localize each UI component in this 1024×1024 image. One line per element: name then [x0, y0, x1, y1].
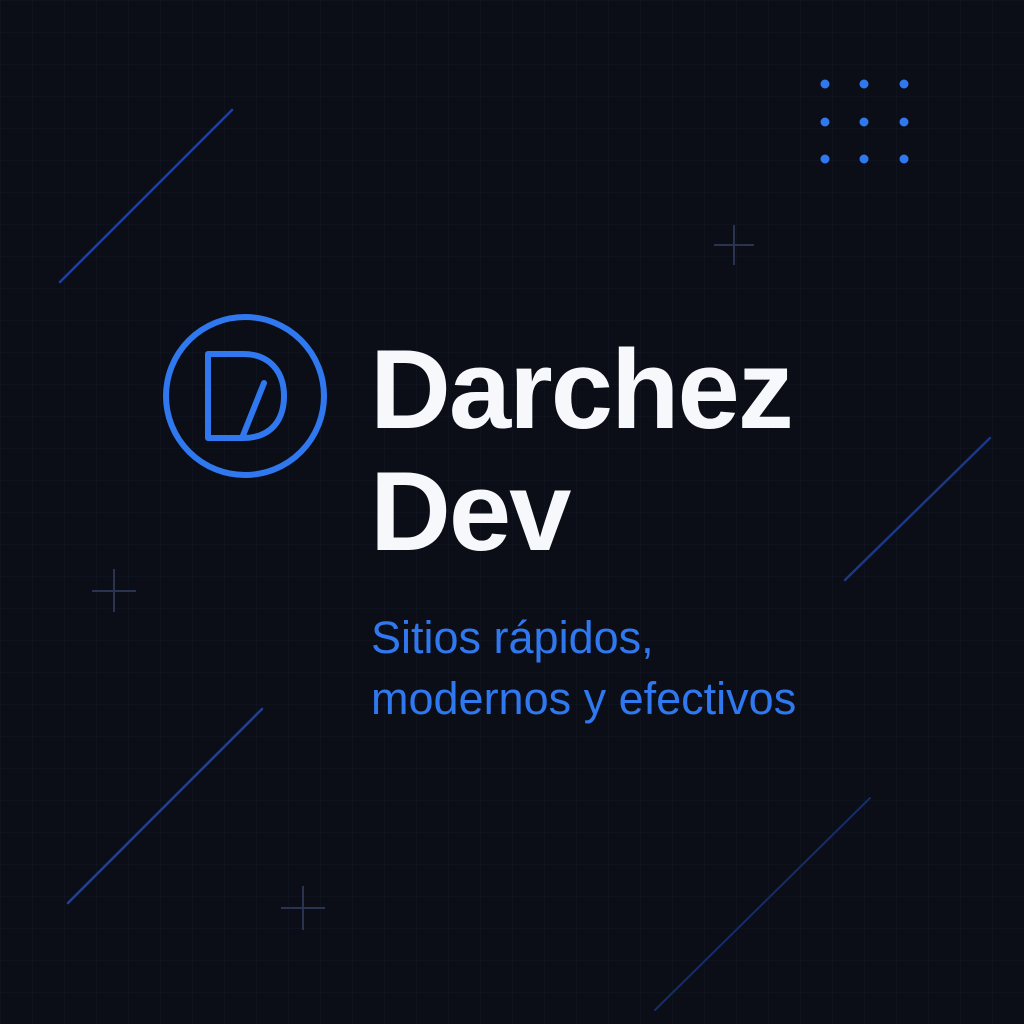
plus-icon — [281, 886, 325, 930]
plus-icon — [714, 225, 754, 265]
brand-name-line1: Darchez — [370, 327, 794, 452]
tagline-line1: Sitios rápidos, — [371, 612, 654, 663]
brand-name-line2: Dev — [370, 449, 571, 574]
diagonal-line — [58, 108, 234, 284]
tagline-line2: modernos y efectivos — [371, 673, 797, 724]
diagonal-line — [66, 707, 264, 905]
brand-card: Darchez Dev Sitios rápidos, modernos y e… — [0, 0, 1024, 1024]
d-monogram-circle-icon — [163, 314, 327, 478]
plus-icon — [92, 569, 136, 612]
diagonal-line — [654, 797, 871, 1011]
diagonal-line — [843, 436, 992, 582]
dot-grid-icon — [820, 79, 909, 164]
